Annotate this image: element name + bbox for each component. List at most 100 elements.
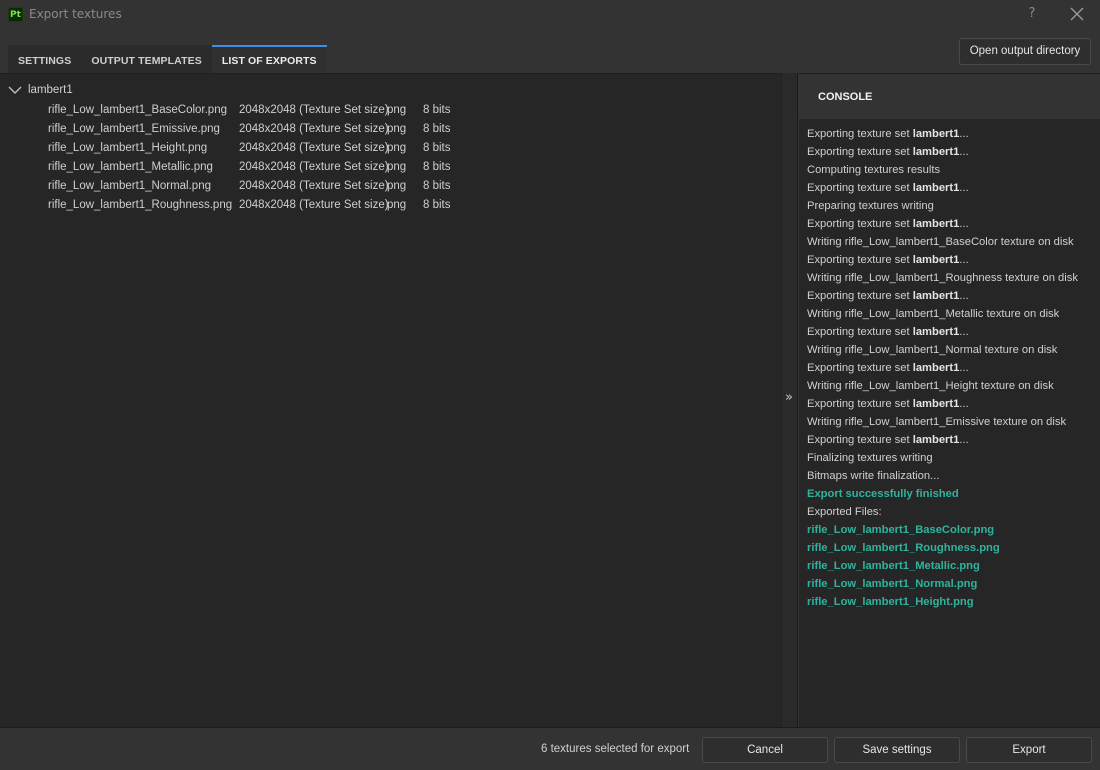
console-line-text: rifle_Low_lambert1_Height.png bbox=[807, 596, 974, 608]
console-line: Exported Files: bbox=[807, 503, 1078, 521]
close-icon bbox=[1070, 7, 1084, 21]
console-line-text: Exporting texture set bbox=[807, 254, 913, 266]
tab-list-of-exports[interactable]: LIST OF EXPORTS bbox=[211, 45, 327, 73]
tab-output-templates[interactable]: OUTPUT TEMPLATES bbox=[81, 45, 212, 73]
console-line-text: Writing rifle_Low_lambert1_Height textur… bbox=[807, 380, 1054, 392]
console-line: Exporting texture set lambert1... bbox=[807, 179, 1078, 197]
export-file-name: rifle_Low_lambert1_BaseColor.png bbox=[48, 103, 227, 116]
export-format: png bbox=[387, 122, 407, 135]
console-line-text: Writing rifle_Low_lambert1_Emissive text… bbox=[807, 416, 1067, 428]
export-row[interactable]: rifle_Low_lambert1_Height.png 2048x2048 (… bbox=[48, 138, 483, 157]
console-line-text: rifle_Low_lambert1_Metallic.png bbox=[807, 560, 980, 572]
export-row[interactable]: rifle_Low_lambert1_Normal.png 2048x2048 (… bbox=[48, 176, 483, 195]
export-row[interactable]: rifle_Low_lambert1_BaseColor.png 2048x204… bbox=[48, 100, 483, 119]
console-line: Exporting texture set lambert1... bbox=[807, 359, 1078, 377]
tab-settings[interactable]: SETTINGS bbox=[8, 45, 81, 73]
console-line-text: Exporting texture set bbox=[807, 218, 913, 230]
console-line-success: rifle_Low_lambert1_Normal.png bbox=[807, 575, 1078, 593]
console-line-suffix: ... bbox=[959, 434, 969, 446]
help-button[interactable]: ? bbox=[1026, 6, 1038, 22]
export-format: png bbox=[387, 103, 407, 116]
console-texture-set-name: lambert1 bbox=[912, 398, 960, 410]
app-logo-icon: Pt bbox=[8, 7, 23, 22]
export-row[interactable]: rifle_Low_lambert1_Metallic.png 2048x2048… bbox=[48, 157, 483, 176]
export-row[interactable]: rifle_Low_lambert1_Roughness.png 2048x204… bbox=[48, 195, 483, 214]
export-format: png bbox=[387, 160, 407, 173]
title-bar: Pt Export textures ? bbox=[0, 0, 1100, 30]
console-line-success: rifle_Low_lambert1_BaseColor.png bbox=[807, 521, 1078, 539]
export-button[interactable]: Export bbox=[966, 737, 1092, 763]
open-output-directory-button[interactable]: Open output directory bbox=[959, 38, 1091, 65]
console-line-suffix: ... bbox=[959, 398, 969, 410]
console-line-suffix: ... bbox=[959, 326, 969, 338]
export-resolution: 2048x2048 (Texture Set size) bbox=[239, 198, 389, 211]
console-texture-set-name: lambert1 bbox=[912, 290, 960, 302]
console-texture-set-name: lambert1 bbox=[912, 128, 960, 140]
export-file-name: rifle_Low_lambert1_Metallic.png bbox=[48, 160, 213, 173]
console-line: Exporting texture set lambert1... bbox=[807, 395, 1078, 413]
export-resolution: 2048x2048 (Texture Set size) bbox=[239, 179, 389, 192]
console-line-text: Exporting texture set bbox=[807, 434, 913, 446]
console-line: Exporting texture set lambert1... bbox=[807, 251, 1078, 269]
export-file-name: rifle_Low_lambert1_Roughness.png bbox=[48, 198, 233, 211]
console-line-text: Exporting texture set bbox=[807, 146, 913, 158]
console-texture-set-name: lambert1 bbox=[912, 218, 960, 230]
console-line: Writing rifle_Low_lambert1_Height textur… bbox=[807, 377, 1078, 395]
console-line: Writing rifle_Low_lambert1_BaseColor tex… bbox=[807, 233, 1078, 251]
console-line-suffix: ... bbox=[959, 182, 969, 194]
console-texture-set-name: lambert1 bbox=[912, 362, 960, 374]
console-texture-set-name: lambert1 bbox=[912, 434, 960, 446]
console-line-text: Exporting texture set bbox=[807, 182, 913, 194]
window-title: Export textures bbox=[29, 7, 122, 21]
console-line-text: Export successfully finished bbox=[807, 488, 959, 500]
export-bit-depth: 8 bits bbox=[423, 160, 451, 173]
console-line-suffix: ... bbox=[959, 128, 969, 140]
console-line-text: Writing rifle_Low_lambert1_Normal textur… bbox=[807, 344, 1058, 356]
console-line: Bitmaps write finalization... bbox=[807, 467, 1078, 485]
console-line-success: rifle_Low_lambert1_Roughness.png bbox=[807, 539, 1078, 557]
console-line: Writing rifle_Low_lambert1_Emissive text… bbox=[807, 413, 1078, 431]
console-texture-set-name: lambert1 bbox=[912, 182, 960, 194]
cancel-button[interactable]: Cancel bbox=[702, 737, 828, 763]
console-line-text: rifle_Low_lambert1_Normal.png bbox=[807, 578, 978, 590]
double-chevron-right-icon[interactable]: » bbox=[785, 391, 795, 405]
export-bit-depth: 8 bits bbox=[423, 141, 451, 154]
console-line-text: Exporting texture set bbox=[807, 362, 913, 374]
console-title: CONSOLE bbox=[818, 91, 873, 103]
console-log: Exporting texture set lambert1... Exporti… bbox=[807, 125, 1078, 611]
console-line-text: Finalizing textures writing bbox=[807, 452, 933, 464]
console-line-suffix: ... bbox=[959, 362, 969, 374]
export-bit-depth: 8 bits bbox=[423, 198, 451, 211]
console-line: Exporting texture set lambert1... bbox=[807, 215, 1078, 233]
export-bit-depth: 8 bits bbox=[423, 122, 451, 135]
console-line: Preparing textures writing bbox=[807, 197, 1078, 215]
tree-group-lambert1[interactable]: lambert1 bbox=[8, 82, 73, 98]
console-line-suffix: ... bbox=[959, 254, 969, 266]
save-settings-button[interactable]: Save settings bbox=[834, 737, 960, 763]
chevron-down-icon[interactable] bbox=[8, 85, 22, 95]
console-header: CONSOLE bbox=[799, 73, 1100, 119]
console-line-success: rifle_Low_lambert1_Height.png bbox=[807, 593, 1078, 611]
export-bit-depth: 8 bits bbox=[423, 179, 451, 192]
console-line-text: rifle_Low_lambert1_Roughness.png bbox=[807, 542, 1000, 554]
console-line: Exporting texture set lambert1... bbox=[807, 323, 1078, 341]
footer-bar: 6 textures selected for export Cancel Sa… bbox=[0, 727, 1100, 770]
export-file-name: rifle_Low_lambert1_Height.png bbox=[48, 141, 208, 154]
console-line: Exporting texture set lambert1... bbox=[807, 287, 1078, 305]
export-resolution: 2048x2048 (Texture Set size) bbox=[239, 141, 389, 154]
export-resolution: 2048x2048 (Texture Set size) bbox=[239, 122, 389, 135]
panel-splitter[interactable]: » bbox=[781, 73, 798, 727]
console-line-suffix: ... bbox=[959, 218, 969, 230]
close-button[interactable] bbox=[1068, 5, 1086, 23]
console-line-text: Writing rifle_Low_lambert1_Roughness tex… bbox=[807, 272, 1078, 284]
export-row[interactable]: rifle_Low_lambert1_Emissive.png 2048x2048… bbox=[48, 119, 483, 138]
console-line: Exporting texture set lambert1... bbox=[807, 431, 1078, 449]
console-line-text: Preparing textures writing bbox=[807, 200, 934, 212]
console-line-text: Exporting texture set bbox=[807, 290, 913, 302]
console-line-text: rifle_Low_lambert1_BaseColor.png bbox=[807, 524, 995, 536]
console-line-text: Exported Files: bbox=[807, 506, 882, 518]
export-resolution: 2048x2048 (Texture Set size) bbox=[239, 103, 389, 116]
console-line: Writing rifle_Low_lambert1_Normal textur… bbox=[807, 341, 1078, 359]
console-line-text: Bitmaps write finalization... bbox=[807, 470, 940, 482]
console-line-text: Exporting texture set bbox=[807, 128, 913, 140]
